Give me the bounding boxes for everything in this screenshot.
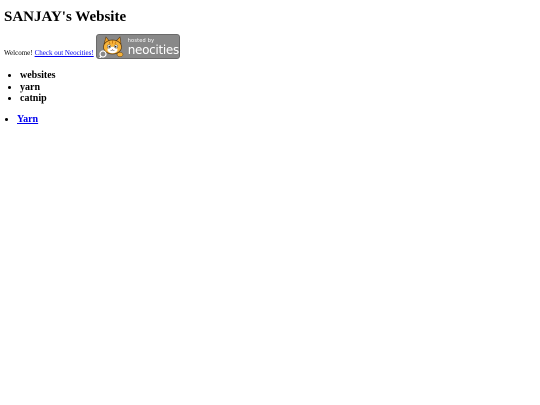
badge-brand-text: neocities — [127, 43, 179, 57]
list-item: websites — [20, 70, 56, 82]
list-item: Yarn — [17, 114, 38, 126]
links-list: Yarn — [4, 114, 38, 126]
list-item: catnip — [20, 93, 56, 105]
welcome-line: Welcome! Check out Neocities! hosted by … — [4, 34, 180, 59]
neocities-link[interactable]: Check out Neocities! — [35, 49, 94, 59]
hosted-by-neocities-badge[interactable]: hosted by neocities — [95, 34, 180, 59]
list-item: yarn — [20, 82, 56, 94]
yarn-link[interactable]: Yarn — [17, 114, 38, 125]
topics-list: websites yarn catnip — [4, 70, 56, 105]
welcome-text: Welcome! — [4, 49, 33, 57]
page-title: SANJAY's Website — [4, 9, 127, 25]
neocities-cat-icon — [98, 36, 123, 58]
